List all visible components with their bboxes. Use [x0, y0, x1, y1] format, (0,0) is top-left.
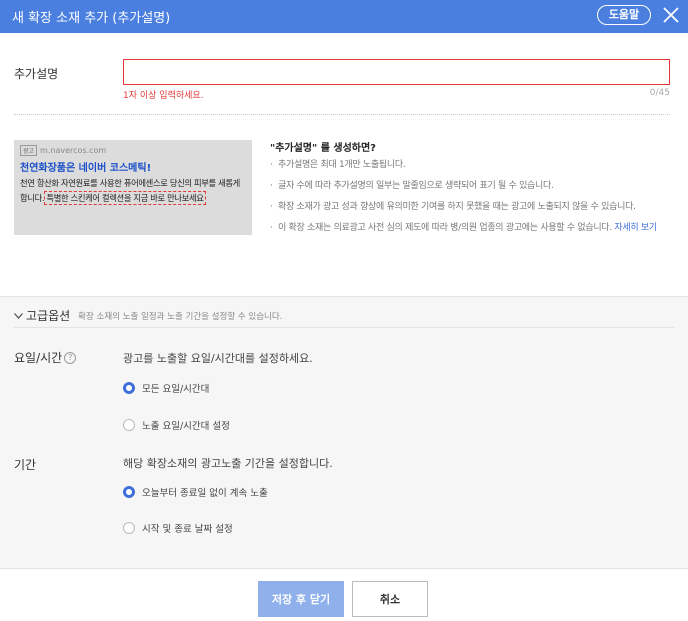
dialog-titlebar: 새 확장 소재 추가 (추가설명) 도움말: [0, 0, 688, 33]
preview-highlight: 특별한 스킨케어 컬렉션을 지금 바로 만나보세요: [44, 191, 206, 205]
preview-url: m.navercos.com: [40, 146, 107, 155]
schedule-description: 광고를 노출할 요일/시간대를 설정하세요.: [123, 352, 313, 365]
period-option-indefinite[interactable]: 오늘부터 종료일 없이 계속 노출: [123, 485, 268, 499]
period-option-custom[interactable]: 시작 및 종료 날짜 설정: [123, 521, 233, 535]
info-title: "추가설명" 를 생성하면?: [270, 143, 376, 154]
radio-label: 노출 요일/시간대 설정: [142, 421, 230, 432]
schedule-option-custom[interactable]: 노출 요일/시간대 설정: [123, 418, 230, 432]
save-and-close-button[interactable]: 저장 후 닫기: [258, 581, 344, 617]
dialog-title: 새 확장 소재 추가 (추가설명): [12, 11, 171, 26]
radio-label: 모든 요일/시간대: [142, 384, 210, 395]
section-divider: [14, 114, 670, 115]
schedule-option-all[interactable]: 모든 요일/시간대: [123, 381, 209, 395]
cancel-button[interactable]: 취소: [352, 581, 428, 617]
description-label: 추가설명: [14, 67, 59, 81]
error-message: 1자 이상 입력하세요.: [123, 91, 204, 101]
radio-label: 오늘부터 종료일 없이 계속 노출: [142, 488, 268, 499]
schedule-label-text: 요일/시간: [14, 351, 63, 365]
radio-selected-icon: [123, 382, 135, 394]
info-item: 이 확장 소재는 의료광고 사전 심의 제도에 따라 병/의원 업종의 광고에는…: [268, 221, 673, 235]
info-item: 추가설명은 최대 1개만 노출됩니다.: [268, 158, 673, 172]
learn-more-link[interactable]: 자세히 보기: [614, 223, 657, 233]
radio-selected-icon: [123, 486, 135, 498]
dialog-footer: 저장 후 닫기 취소: [0, 568, 688, 621]
preview-description: 천연 항산화 자연원료를 사용한 퓨어에센스로 당신의 피부를 새롭게 합니다.…: [20, 176, 246, 206]
help-icon[interactable]: ?: [64, 351, 77, 364]
char-counter: 0/45: [649, 88, 670, 98]
radio-label: 시작 및 종료 날짜 설정: [142, 524, 233, 535]
preview-title: 천연화장품은 네이버 코스메틱!: [20, 163, 152, 174]
ad-preview: 광고 m.navercos.com 천연화장품은 네이버 코스메틱! 천연 항산…: [14, 140, 252, 235]
advanced-options-panel: 고급옵션 확장 소재의 노출 일정과 노출 기간을 설정할 수 있습니다. 요일…: [0, 296, 688, 568]
info-list: 추가설명은 최대 1개만 노출됩니다. 글자 수에 따라 추가설명의 일부는 말…: [268, 158, 673, 242]
period-description: 해당 확장소재의 광고노출 기간을 설정합니다.: [123, 457, 333, 470]
advanced-options-toggle[interactable]: 고급옵션 확장 소재의 노출 일정과 노출 기간을 설정할 수 있습니다.: [14, 307, 282, 324]
ad-badge: 광고: [20, 145, 38, 156]
close-icon[interactable]: [660, 4, 682, 26]
radio-unselected-icon: [123, 419, 135, 431]
info-item: 글자 수에 따라 추가설명의 일부는 말줄임으로 생략되어 표기 될 수 있습니…: [268, 179, 673, 193]
schedule-label: 요일/시간 ?: [14, 349, 77, 366]
help-button[interactable]: 도움말: [597, 5, 651, 25]
info-item: 확장 소재가 광고 성과 향상에 유의미한 기여를 하지 못했을 때는 광고에 …: [268, 200, 673, 214]
advanced-options-subtitle: 확장 소재의 노출 일정과 노출 기간을 설정할 수 있습니다.: [78, 311, 283, 322]
chevron-down-icon: [14, 312, 23, 319]
radio-unselected-icon: [123, 522, 135, 534]
info-item-text: 이 확장 소재는 의료광고 사전 심의 제도에 따라 병/의원 업종의 광고에는…: [278, 223, 612, 233]
period-label: 기간: [14, 458, 37, 472]
preview-url-row: 광고 m.navercos.com: [20, 145, 246, 156]
description-input[interactable]: [123, 59, 670, 85]
advanced-divider: [14, 327, 674, 328]
advanced-options-title: 고급옵션: [26, 309, 71, 323]
